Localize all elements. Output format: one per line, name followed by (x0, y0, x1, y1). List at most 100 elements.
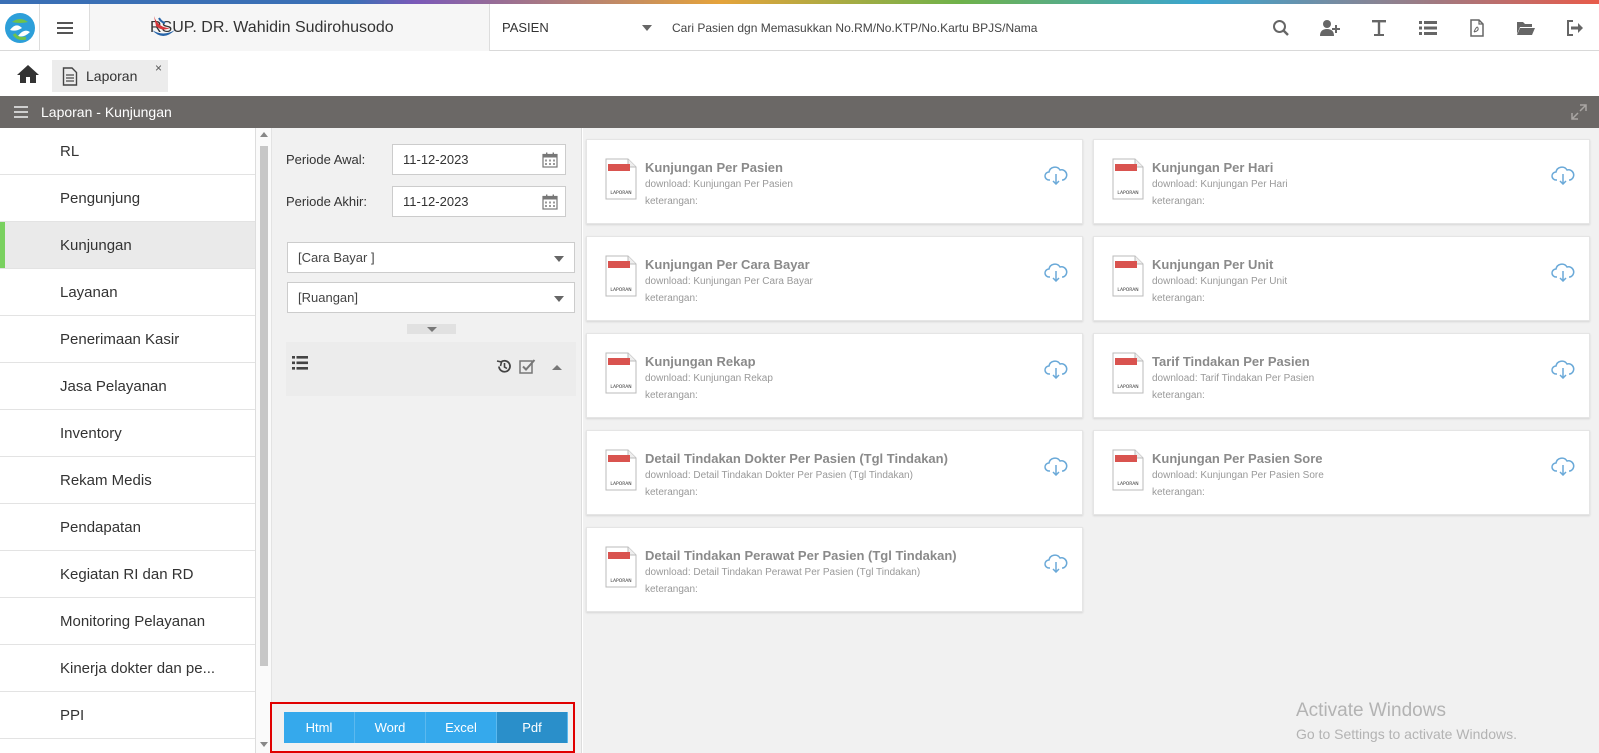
calendar-icon[interactable] (542, 194, 558, 210)
search-icon (1272, 19, 1289, 36)
search-button[interactable] (1256, 4, 1305, 51)
report-document-icon: LAPORAN (605, 255, 637, 297)
cloud-download-icon[interactable] (1044, 262, 1068, 282)
report-card[interactable]: LAPORAN Kunjungan Per Unit download: Kunju… (1093, 236, 1590, 321)
report-card[interactable]: LAPORAN Kunjungan Per Hari download: Kunju… (1093, 139, 1590, 224)
report-document-icon: LAPORAN (605, 352, 637, 394)
report-title[interactable]: Kunjungan Per Unit (1152, 257, 1273, 272)
report-keterangan: keterangan: (645, 196, 698, 207)
report-title[interactable]: Kunjungan Per Pasien (645, 160, 783, 175)
sidebar-item-kinerja-dokter[interactable]: Kinerja dokter dan pe... (0, 645, 255, 692)
tab-laporan[interactable]: Laporan × (52, 60, 168, 92)
report-card[interactable]: LAPORAN Detail Tindakan Perawat Per Pasie… (586, 527, 1083, 612)
doc-icon-label: LAPORAN (1117, 190, 1138, 196)
list-icon (1418, 20, 1437, 35)
sidebar-item-jasa-pelayanan[interactable]: Jasa Pelayanan (0, 363, 255, 410)
sidebar-item-label: Pengunjung (60, 189, 141, 207)
home-button[interactable] (16, 64, 40, 89)
sidebar-item-rl[interactable]: RL (0, 128, 255, 175)
history-icon[interactable] (496, 358, 513, 375)
header-toolbar (1256, 4, 1599, 51)
sidebar-scrollbar[interactable] (256, 128, 272, 753)
report-card[interactable]: LAPORAN Kunjungan Per Pasien Sore download… (1093, 430, 1590, 515)
report-title[interactable]: Detail Tindakan Perawat Per Pasien (Tgl … (645, 548, 957, 563)
patient-search-input[interactable] (672, 17, 1232, 39)
format-pdf-button[interactable]: Pdf (497, 712, 568, 743)
cloud-download-icon[interactable] (1044, 165, 1068, 185)
ruangan-select[interactable]: [Ruangan] (287, 282, 575, 313)
export-format-group: Html Word Excel Pdf (284, 712, 568, 743)
report-card[interactable]: LAPORAN Kunjungan Per Cara Bayar download:… (586, 236, 1083, 321)
report-card[interactable]: LAPORAN Tarif Tindakan Per Pasien download… (1093, 333, 1590, 418)
watermark-line2: Go to Settings to activate Windows. (1296, 726, 1517, 742)
sidebar-item-label: Inventory (60, 424, 122, 442)
periode-awal-field[interactable]: 11-12-2023 (392, 144, 566, 175)
cloud-download-icon[interactable] (1551, 456, 1575, 476)
filter-panel: Periode Awal: 11-12-2023 Periode Akhir: … (270, 128, 582, 753)
hamburger-icon[interactable] (14, 106, 28, 118)
report-title[interactable]: Kunjungan Rekap (645, 354, 756, 369)
list-icon[interactable] (292, 356, 308, 370)
report-title[interactable]: Detail Tindakan Dokter Per Pasien (Tgl T… (645, 451, 948, 466)
format-excel-button[interactable]: Excel (426, 712, 497, 743)
report-title[interactable]: Kunjungan Per Hari (1152, 160, 1273, 175)
expand-icon[interactable] (1571, 104, 1587, 120)
report-download-text: download: Kunjungan Per Cara Bayar (645, 276, 813, 287)
cloud-download-icon[interactable] (1551, 359, 1575, 379)
menu-toggle-button[interactable] (40, 4, 90, 51)
list-button[interactable] (1403, 4, 1452, 51)
report-download-text: download: Tarif Tindakan Per Pasien (1152, 373, 1315, 384)
collapse-filter-toggle[interactable] (407, 324, 456, 334)
cloud-download-icon[interactable] (1551, 165, 1575, 185)
pdf-button[interactable] (1452, 4, 1501, 51)
cloud-download-icon[interactable] (1044, 359, 1068, 379)
section-header: Laporan - Kunjungan (0, 96, 1599, 128)
close-tab-icon[interactable]: × (155, 61, 162, 75)
cloud-download-icon[interactable] (1044, 553, 1068, 573)
report-card[interactable]: LAPORAN Kunjungan Rekap download: Kunjunga… (586, 333, 1083, 418)
chevron-down-icon (554, 256, 564, 262)
report-download-text: download: Kunjungan Per Unit (1152, 276, 1288, 287)
report-title[interactable]: Kunjungan Per Pasien Sore (1152, 451, 1323, 466)
sidebar-item-kegiatan-ri-rd[interactable]: Kegiatan RI dan RD (0, 551, 255, 598)
logout-button[interactable] (1550, 4, 1599, 51)
open-folder-button[interactable] (1501, 4, 1550, 51)
sidebar-item-kunjungan[interactable]: Kunjungan (0, 222, 255, 269)
format-html-button[interactable]: Html (284, 712, 355, 743)
doc-icon-label: LAPORAN (1117, 384, 1138, 390)
report-card[interactable]: LAPORAN Detail Tindakan Dokter Per Pasien… (586, 430, 1083, 515)
add-patient-button[interactable] (1305, 4, 1354, 51)
sidebar-item-inventory[interactable]: Inventory (0, 410, 255, 457)
search-category-select[interactable]: PASIEN (502, 4, 652, 51)
checkbox-icon[interactable] (519, 358, 536, 375)
sidebar-item-ppi[interactable]: PPI (0, 692, 255, 739)
sidebar-item-penerimaan-kasir[interactable]: Penerimaan Kasir (0, 316, 255, 363)
cloud-download-icon[interactable] (1044, 456, 1068, 476)
text-button[interactable] (1354, 4, 1403, 51)
sidebar-item-monitoring-pelayanan[interactable]: Monitoring Pelayanan (0, 598, 255, 645)
cara-bayar-select[interactable]: [Cara Bayar ] (287, 242, 575, 273)
report-title[interactable]: Kunjungan Per Cara Bayar (645, 257, 810, 272)
sidebar-item-pengunjung[interactable]: Pengunjung (0, 175, 255, 222)
scroll-up-arrow-icon[interactable] (260, 132, 268, 137)
report-title[interactable]: Tarif Tindakan Per Pasien (1152, 354, 1310, 369)
chevron-down-icon (426, 326, 437, 332)
sidebar-item-pendapatan[interactable]: Pendapatan (0, 504, 255, 551)
sidebar-item-rekam-medis[interactable]: Rekam Medis (0, 457, 255, 504)
tab-bar: Laporan × (0, 52, 1599, 94)
app-logo[interactable] (0, 4, 40, 51)
report-keterangan: keterangan: (1152, 487, 1205, 498)
report-keterangan: keterangan: (645, 487, 698, 498)
sidebar-item-layanan[interactable]: Layanan (0, 269, 255, 316)
sidebar-scroll-thumb[interactable] (260, 146, 268, 666)
cloud-download-icon[interactable] (1551, 262, 1575, 282)
format-word-button[interactable]: Word (355, 712, 426, 743)
report-keterangan: keterangan: (1152, 293, 1205, 304)
section-title: Laporan - Kunjungan (41, 104, 172, 120)
report-card[interactable]: LAPORAN Kunjungan Per Pasien download: Kun… (586, 139, 1083, 224)
periode-akhir-field[interactable]: 11-12-2023 (392, 186, 566, 217)
folder-open-icon (1516, 21, 1535, 35)
chevron-up-icon[interactable] (550, 360, 564, 374)
calendar-icon[interactable] (542, 152, 558, 168)
scroll-down-arrow-icon[interactable] (260, 742, 268, 747)
